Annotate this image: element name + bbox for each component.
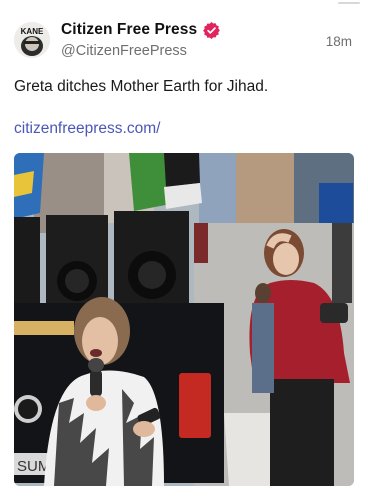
verified-badge-icon bbox=[203, 21, 221, 39]
avatar[interactable]: KANE bbox=[14, 22, 50, 58]
post-link[interactable]: citizenfreepress.com/ bbox=[14, 120, 160, 138]
display-name-row: Citizen Free Press bbox=[61, 21, 221, 39]
svg-text:KANE: KANE bbox=[21, 27, 44, 36]
post-timestamp[interactable]: 18m bbox=[326, 34, 352, 49]
scroll-indicator bbox=[338, 2, 360, 4]
media-photo: SUM bbox=[14, 153, 354, 486]
post-text: Greta ditches Mother Earth for Jihad. bbox=[14, 78, 269, 95]
author-handle[interactable]: @CitizenFreePress bbox=[61, 43, 220, 59]
post-header: KANE Citizen Free Press @CitizenFreePres… bbox=[14, 18, 354, 66]
top-bar bbox=[0, 0, 368, 8]
author-display-name[interactable]: Citizen Free Press bbox=[61, 21, 197, 39]
author-names: Citizen Free Press @CitizenFreePress bbox=[61, 21, 221, 59]
post-media[interactable]: SUM bbox=[14, 153, 354, 486]
avatar-image: KANE bbox=[14, 22, 50, 58]
